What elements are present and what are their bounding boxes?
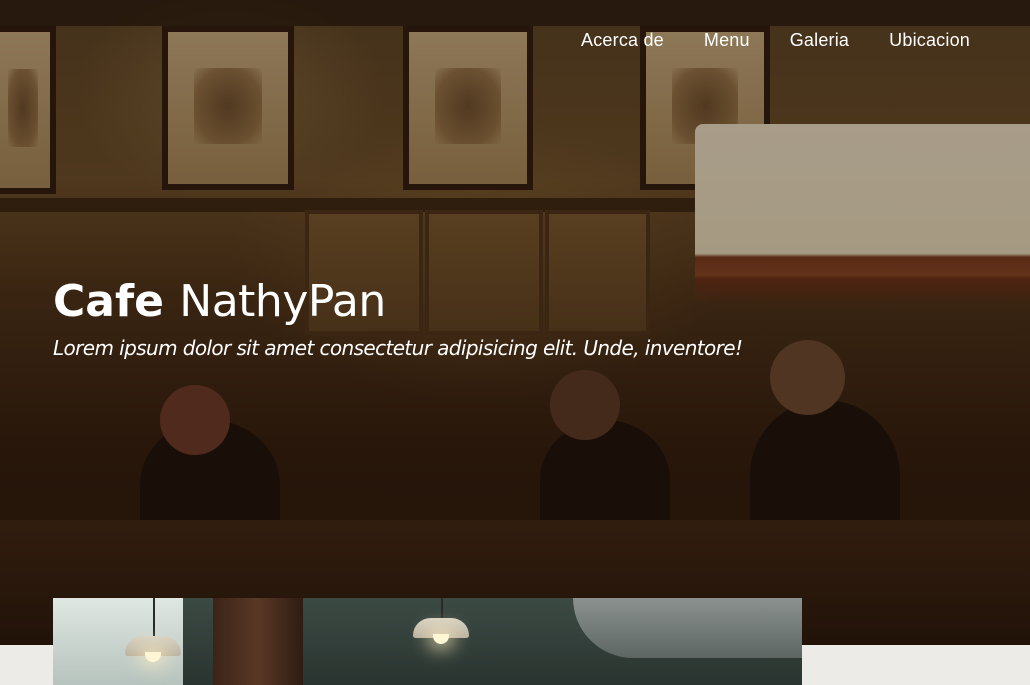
brand-title: Cafe NathyPan [53,276,386,328]
page: Acerca de Menu Galeria Ubicacion Cafe Na… [0,0,1030,685]
brand-title-bold: Cafe [53,276,164,327]
main-navigation: Acerca de Menu Galeria Ubicacion [561,28,970,53]
pendant-light [413,618,469,644]
nav-link-galeria[interactable]: Galeria [770,28,869,53]
nav-link-menu[interactable]: Menu [684,28,770,53]
nav-link-acerca-de[interactable]: Acerca de [561,28,684,53]
hero-tagline: Lorem ipsum dolor sit amet consectetur a… [53,336,743,360]
ceiling-duct [573,598,802,658]
wooden-beam [213,598,303,685]
nav-link-ubicacion[interactable]: Ubicacion [869,28,970,53]
cafe-interior-image [53,598,802,685]
pendant-light [125,636,181,662]
brand-title-light: NathyPan [179,276,386,327]
